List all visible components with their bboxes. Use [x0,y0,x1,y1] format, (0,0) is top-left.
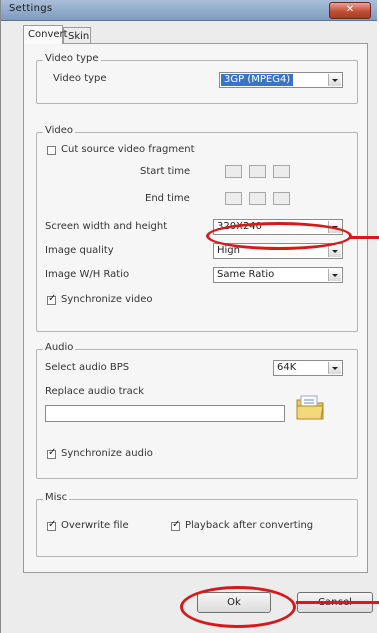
end-time-seconds[interactable] [273,192,290,205]
sync-audio-checkbox[interactable] [47,447,56,459]
open-folder-icon[interactable] [295,394,327,422]
image-quality-label: Image quality [45,245,114,256]
close-button[interactable]: ✕ [329,2,371,19]
video-type-label: Video type [53,73,107,84]
image-ratio-select[interactable]: Same Ratio [213,267,343,283]
tab-convert[interactable]: Convert [23,25,68,44]
start-time-label: Start time [140,166,191,177]
video-type-group-title: Video type [43,53,101,64]
misc-group-title: Misc [43,492,70,503]
convert-panel: Video type Video type 3GP (MPEG4) Video … [23,43,368,573]
chevron-down-icon[interactable] [328,245,341,257]
replace-audio-label: Replace audio track [45,386,145,397]
annotation-line-ok [296,601,379,604]
replace-audio-input[interactable] [45,405,285,422]
video-type-select[interactable]: 3GP (MPEG4) [219,72,343,88]
overwrite-label: Overwrite file [61,520,129,531]
audio-group-title: Audio [43,342,76,353]
start-time-minutes[interactable] [249,165,266,178]
image-ratio-label: Image W/H Ratio [45,269,130,280]
video-group-title: Video [43,125,76,136]
title-bar[interactable]: Settings ✕ [1,0,377,21]
window-title: Settings [9,3,53,14]
cut-fragment-label: Cut source video fragment [61,144,195,155]
cut-fragment-checkbox[interactable] [47,146,56,155]
end-time-label: End time [145,193,190,204]
audio-group: Audio Select audio BPS 64K Replace audio… [36,342,358,479]
overwrite-checkbox[interactable] [47,519,56,531]
annotation-circle-ok [180,586,296,628]
end-time-hours[interactable] [225,192,242,205]
annotation-circle-screen-size [206,222,352,250]
video-type-group: Video type Video type 3GP (MPEG4) [36,53,358,104]
image-ratio-value: Same Ratio [217,269,275,280]
annotation-line-screen-size [350,236,379,239]
chevron-down-icon[interactable] [328,74,341,86]
sync-video-checkbox[interactable] [47,293,56,305]
misc-group: Misc Overwrite file Playback after conve… [36,492,358,557]
playback-label: Playback after converting [185,520,314,531]
end-time-minutes[interactable] [249,192,266,205]
chevron-down-icon[interactable] [328,269,341,281]
start-time-hours[interactable] [225,165,242,178]
audio-bps-value: 64K [277,362,297,373]
playback-checkbox[interactable] [171,519,180,531]
start-time-seconds[interactable] [273,165,290,178]
video-type-value: 3GP (MPEG4) [221,74,294,86]
settings-window: Settings ✕ Convert Skin Video type Video… [0,0,377,633]
close-icon: ✕ [345,4,355,15]
audio-bps-label: Select audio BPS [45,362,130,373]
chevron-down-icon[interactable] [328,362,341,374]
screen-size-label: Screen width and height [45,221,168,232]
sync-audio-label: Synchronize audio [61,448,153,459]
audio-bps-select[interactable]: 64K [273,360,343,376]
sync-video-label: Synchronize video [61,294,153,305]
